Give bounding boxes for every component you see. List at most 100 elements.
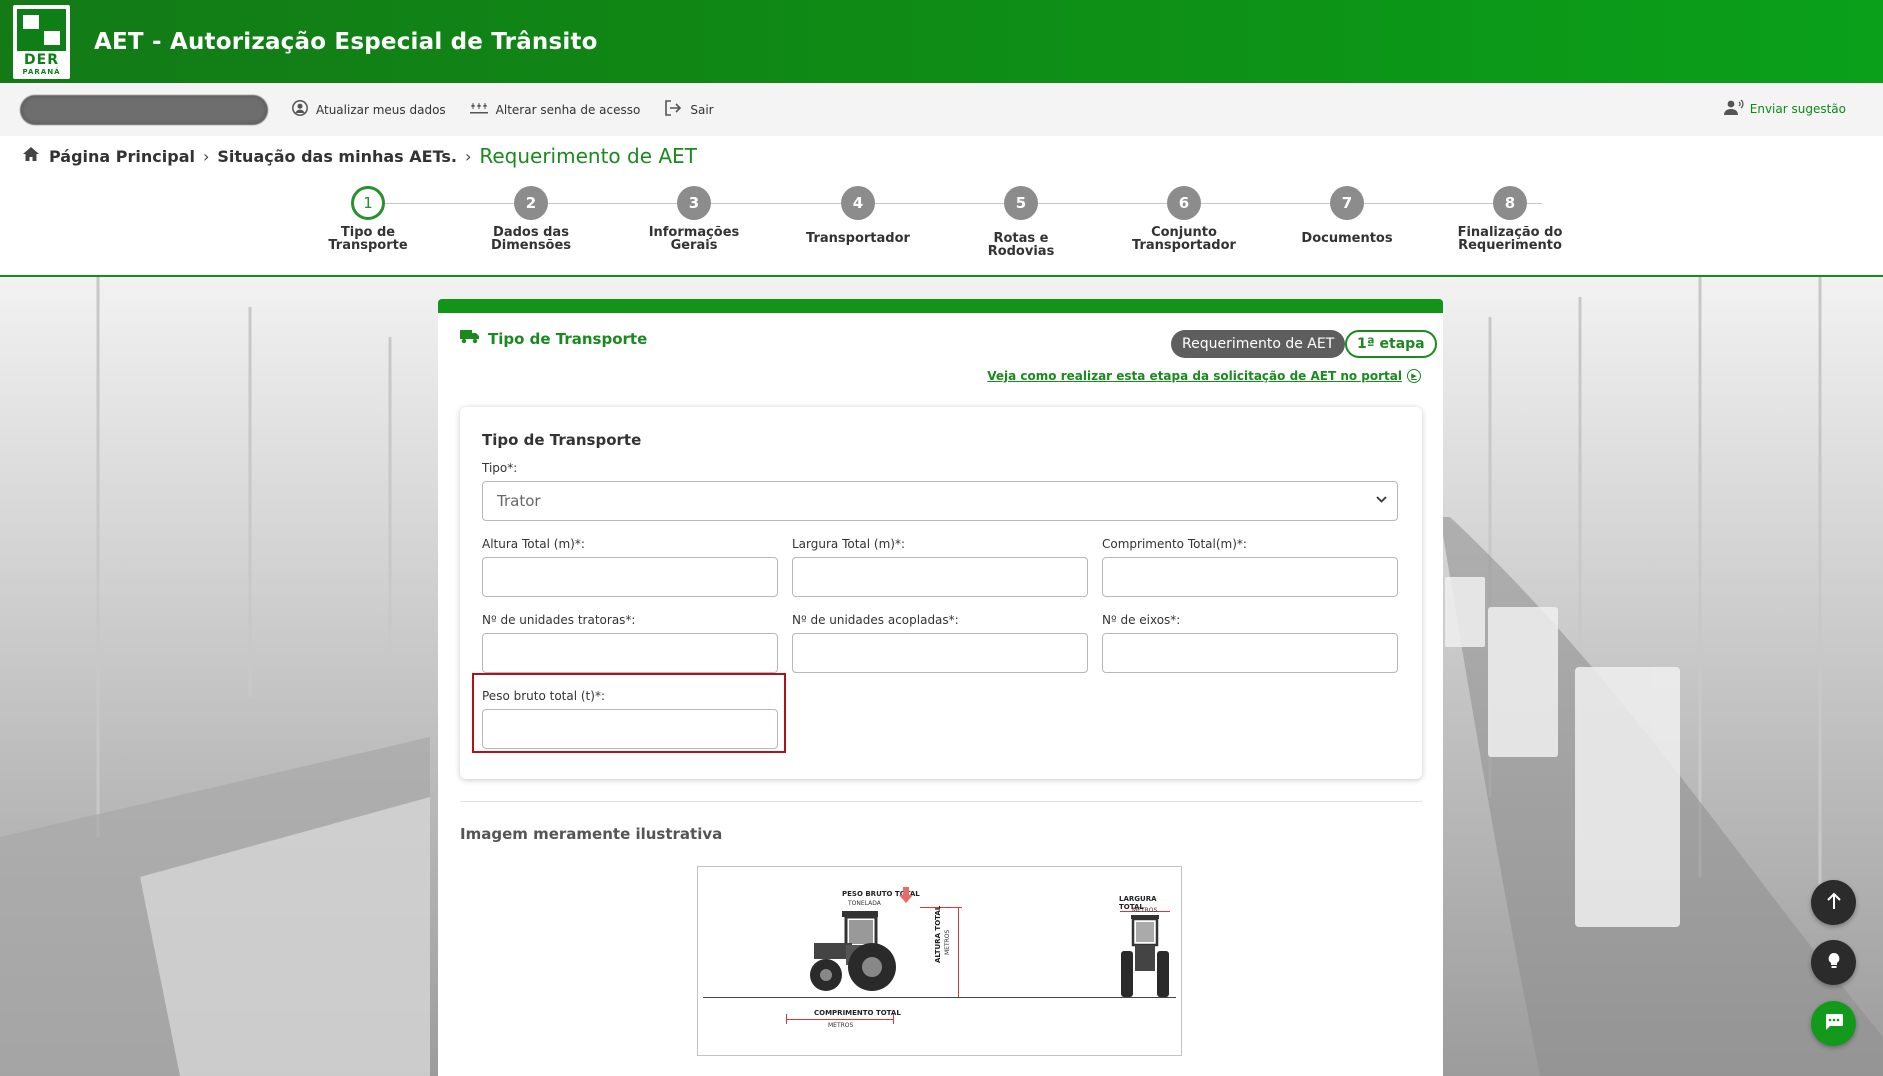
user-bar: Atualizar meus dados Alterar senha de ac… [0, 83, 1883, 136]
step-5-number: 5 [1004, 186, 1038, 220]
user-name-pill[interactable] [20, 94, 268, 125]
step-4[interactable]: 4 Transportador [795, 186, 921, 245]
step-8-label: Finalização do Requerimento [1457, 225, 1563, 253]
eixos-input[interactable] [1102, 633, 1398, 673]
logout-link[interactable]: Sair [664, 100, 714, 119]
comprimento-left-tick [786, 1014, 787, 1024]
largura-label: Largura Total (m)*: [792, 537, 906, 551]
altura-caption: ALTURA TOTAL [934, 905, 942, 963]
step-2-number: 2 [514, 186, 548, 220]
altura-unit: METROS [944, 929, 951, 955]
main-form-card: Tipo de Transporte Requerimento de AET 1… [438, 299, 1443, 1076]
step-3-number: 3 [677, 186, 711, 220]
logo-mark [17, 8, 66, 51]
user-circle-icon [292, 100, 308, 119]
progress-stepper: 1 Tipo de Transporte 2 Dados das Dimensõ… [305, 186, 1605, 266]
tips-button[interactable] [1811, 940, 1856, 985]
step-8[interactable]: 8 Finalização do Requerimento [1447, 186, 1573, 252]
breadcrumb-home[interactable]: Página Principal [49, 147, 195, 166]
play-circle-icon: ▶ [1407, 369, 1421, 383]
step-6-label: Conjunto Transportador [1132, 225, 1236, 253]
step-4-number: 4 [841, 186, 875, 220]
step-1[interactable]: 1 Tipo de Transporte [305, 186, 431, 252]
tractor-front-drawing [1119, 915, 1171, 1003]
chat-icon [1824, 1012, 1844, 1036]
stepper-area: Página Principal › Situação das minhas A… [0, 136, 1883, 277]
arrow-up-icon [1826, 891, 1842, 915]
tipo-label: Tipo*: [482, 461, 518, 475]
chat-button[interactable] [1811, 1001, 1856, 1046]
step-1-number: 1 [351, 186, 385, 220]
update-data-label: Atualizar meus dados [316, 102, 446, 117]
peso-unit: TONELADA [848, 900, 881, 907]
aet-request-badge: Requerimento de AET [1171, 330, 1346, 358]
breadcrumb-my-aets[interactable]: Situação das minhas AETs. [217, 147, 457, 166]
scroll-top-button[interactable] [1811, 880, 1856, 925]
acopladas-input[interactable] [792, 633, 1088, 673]
illustration-image: PESO BRUTO TOTAL TONELADA ALTURA TOTAL M… [697, 866, 1182, 1056]
chevron-right-icon: › [464, 146, 472, 166]
tipo-select[interactable]: Trator [482, 481, 1398, 521]
largura-unit: METROS [1132, 907, 1158, 914]
lightbulb-icon [1827, 951, 1841, 975]
comprimento-label: Comprimento Total(m)*: [1102, 537, 1247, 551]
logo-text: DER [24, 51, 59, 68]
comprimento-dimension-line [786, 1019, 894, 1020]
comprimento-caption: COMPRIMENTO TOTAL [814, 1009, 901, 1017]
altura-label: Altura Total (m)*: [482, 537, 585, 551]
section-divider [460, 801, 1422, 802]
chevron-right-icon: › [202, 146, 210, 166]
change-password-link[interactable]: Alterar senha de acesso [469, 102, 641, 118]
altura-dimension-line [958, 907, 959, 997]
stage-badge: 1ª etapa [1345, 330, 1437, 358]
step-3-label: Informações Gerais [648, 225, 740, 253]
breadcrumb-current: Requerimento de AET [479, 144, 697, 168]
acopladas-label: Nº de unidades acopladas*: [792, 613, 959, 627]
largura-input[interactable] [792, 557, 1088, 597]
send-suggestion-label: Enviar sugestão [1749, 102, 1846, 116]
home-icon[interactable] [22, 146, 40, 167]
step-1-label: Tipo de Transporte [328, 225, 408, 253]
peso-input[interactable] [482, 709, 778, 749]
app-header: DER PARANÁ AET - Autorização Especial de… [0, 0, 1883, 83]
step-2[interactable]: 2 Dados das Dimensões [468, 186, 594, 252]
tipo-selected-value: Trator [497, 492, 541, 510]
altura-input[interactable] [482, 557, 778, 597]
logout-label: Sair [690, 102, 714, 117]
eixos-label: Nº de eixos*: [1102, 613, 1181, 627]
step-6[interactable]: 6 Conjunto Transportador [1121, 186, 1247, 252]
chevron-down-icon [1376, 494, 1387, 507]
step-4-label: Transportador [806, 231, 910, 246]
der-logo[interactable]: DER PARANÁ [13, 4, 70, 79]
step-7-number: 7 [1330, 186, 1364, 220]
comprimento-input[interactable] [1102, 557, 1398, 597]
change-password-label: Alterar senha de acesso [495, 102, 641, 117]
password-icon [469, 102, 488, 118]
step-8-number: 8 [1493, 186, 1527, 220]
section-title: Tipo de Transporte [460, 329, 647, 348]
tratoras-input[interactable] [482, 633, 778, 673]
step-5[interactable]: 5 Rotas e Rodovias [958, 186, 1084, 258]
ground-line [703, 997, 1176, 998]
comprimento-unit: METROS [828, 1022, 854, 1029]
step-6-number: 6 [1167, 186, 1201, 220]
peso-label: Peso bruto total (t)*: [482, 689, 605, 703]
logo-subtext: PARANÁ [22, 67, 61, 76]
step-7[interactable]: 7 Documentos [1284, 186, 1410, 245]
section-title-text: Tipo de Transporte [488, 329, 648, 348]
help-link-text: Veja como realizar esta etapa da solicit… [987, 369, 1402, 383]
step-3[interactable]: 3 Informações Gerais [631, 186, 757, 252]
breadcrumb: Página Principal › Situação das minhas A… [22, 144, 697, 168]
help-video-link[interactable]: Veja como realizar esta etapa da solicit… [987, 369, 1421, 383]
step-5-label: Rotas e Rodovias [987, 231, 1055, 259]
form-title: Tipo de Transporte [482, 431, 642, 449]
step-2-label: Dados das Dimensões [490, 225, 572, 253]
illustration-title: Imagem meramente ilustrativa [460, 825, 723, 843]
step-7-label: Documentos [1301, 231, 1393, 246]
tratoras-label: Nº de unidades tratoras*: [482, 613, 636, 627]
logout-icon [664, 100, 682, 119]
update-data-link[interactable]: Atualizar meus dados [292, 100, 446, 119]
truck-icon [460, 329, 480, 348]
app-title: AET - Autorização Especial de Trânsito [94, 28, 598, 55]
send-suggestion-link[interactable]: Enviar sugestão [1723, 99, 1846, 119]
